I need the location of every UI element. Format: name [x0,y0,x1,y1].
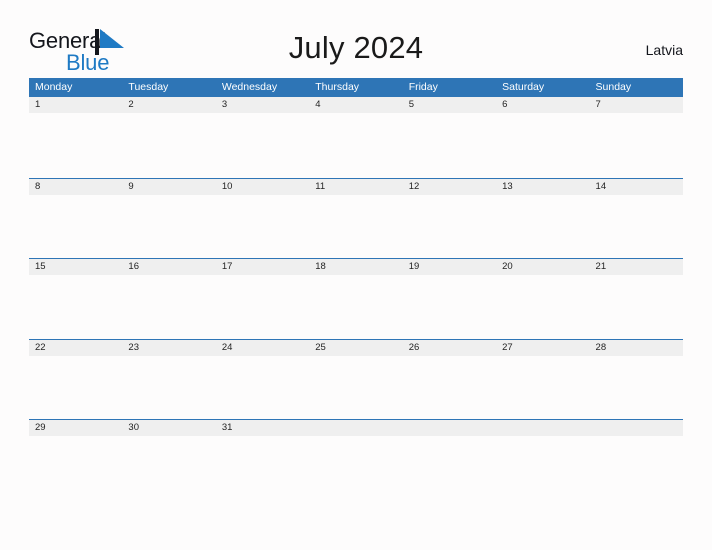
week-note-area[interactable] [29,275,683,338]
day-cell[interactable]: 5 [403,97,496,113]
day-cell[interactable] [496,420,589,436]
week-note-area[interactable] [29,113,683,176]
day-cell[interactable]: 1 [29,97,122,113]
day-cell[interactable]: 20 [496,259,589,275]
day-cell[interactable] [403,420,496,436]
day-cell[interactable] [590,420,683,436]
day-cell[interactable]: 18 [309,259,402,275]
day-cell[interactable]: 13 [496,179,589,195]
week-row: 15 16 17 18 19 20 21 [29,258,683,339]
day-cell[interactable]: 12 [403,179,496,195]
week-note-area[interactable] [29,436,683,499]
day-cell[interactable]: 2 [122,97,215,113]
week-note-area[interactable] [29,356,683,419]
date-band: 8 9 10 11 12 13 14 [29,178,683,195]
date-band: 29 30 31 [29,420,683,436]
day-cell[interactable]: 26 [403,340,496,356]
day-cell[interactable]: 21 [590,259,683,275]
weekday-saturday: Saturday [502,81,545,93]
calendar-page: General Blue July 2024 Latvia Monday Tue… [0,0,712,550]
day-cell[interactable]: 17 [216,259,309,275]
weekday-monday: Monday [35,81,73,93]
date-band: 22 23 24 25 26 27 28 [29,339,683,356]
day-cell[interactable]: 19 [403,259,496,275]
day-cell[interactable]: 4 [309,97,402,113]
day-cell[interactable]: 30 [122,420,215,436]
day-cell[interactable]: 16 [122,259,215,275]
day-cell[interactable]: 23 [122,340,215,356]
day-cell[interactable]: 29 [29,420,122,436]
page-title: July 2024 [288,30,424,65]
week-row: 8 9 10 11 12 13 14 [29,177,683,259]
day-cell[interactable]: 24 [216,340,309,356]
day-cell[interactable]: 6 [496,97,589,113]
weekday-friday: Friday [408,81,438,93]
date-band: 1 2 3 4 5 6 7 [29,97,683,113]
weekday-thursday: Thursday [315,81,360,93]
week-row: 29 30 31 [29,419,683,500]
day-cell[interactable]: 25 [309,340,402,356]
date-band: 15 16 17 18 19 20 21 [29,259,683,275]
day-cell[interactable]: 3 [216,97,309,113]
calendar-grid: Monday Tuesday Wednesday Thursday Friday… [29,78,683,500]
week-note-area[interactable] [29,195,683,258]
day-cell[interactable]: 22 [29,340,122,356]
day-cell[interactable]: 15 [29,259,122,275]
day-cell[interactable]: 8 [29,179,122,195]
day-cell[interactable]: 11 [309,179,402,195]
week-row: 1 2 3 4 5 6 7 [29,97,683,178]
country-label: Latvia [645,42,683,58]
page-header: General Blue July 2024 Latvia [0,0,712,78]
day-cell[interactable]: 28 [590,340,683,356]
weekday-header-row: Monday Tuesday Wednesday Thursday Friday… [29,78,683,97]
weekday-tuesday: Tuesday [128,81,169,93]
week-row: 22 23 24 25 26 27 28 [29,338,683,420]
weekday-sunday: Sunday [595,81,632,93]
day-cell[interactable]: 31 [216,420,309,436]
weekday-wednesday: Wednesday [221,81,278,93]
day-cell[interactable]: 7 [590,97,683,113]
day-cell[interactable]: 9 [122,179,215,195]
day-cell[interactable] [309,420,402,436]
day-cell[interactable]: 10 [216,179,309,195]
day-cell[interactable]: 27 [496,340,589,356]
day-cell[interactable]: 14 [590,179,683,195]
